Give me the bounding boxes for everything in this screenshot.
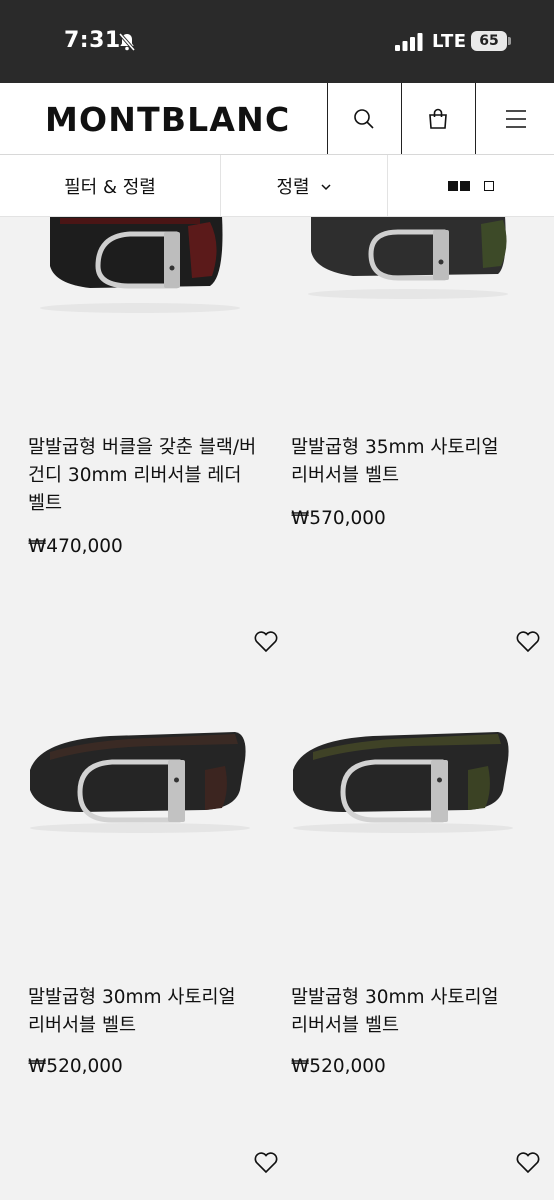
status-time: 7:31 (64, 28, 121, 53)
battery-icon: 65 (471, 31, 507, 51)
belt-image[interactable] (263, 216, 525, 316)
grid-two-columns-icon[interactable] (448, 180, 470, 191)
product-name[interactable]: 말발굽형 35mm 사토리얼 리버서블 벨트 (291, 434, 521, 490)
bell-muted-icon (118, 32, 136, 52)
sort-dropdown[interactable]: 정렬 (221, 155, 388, 216)
brand-logo[interactable]: MONTBLANC (45, 100, 290, 139)
filter-bar: 필터 & 정렬 정렬 (0, 155, 554, 217)
view-toggle (388, 155, 554, 216)
heart-icon (516, 1152, 540, 1174)
heart-icon (516, 631, 540, 653)
product-name[interactable]: 말발굽형 30mm 사토리얼 리버서블 벨트 (28, 984, 258, 1040)
product-name[interactable]: 말발굽형 버클을 갖춘 블랙/버건디 30mm 리버서블 레더 벨트 (28, 434, 258, 518)
heart-icon (254, 1152, 278, 1174)
product-card[interactable]: 말발굽형 30mm 사토리얼 리버서블 벨트 ₩520,000 (263, 620, 540, 1090)
product-card[interactable]: 말발굽형 버클을 갖춘 블랙/버건디 30mm 리버서블 레더 벨트 ₩470,… (0, 216, 262, 576)
search-icon (354, 108, 374, 129)
site-header: MONTBLANC (0, 83, 554, 155)
product-name[interactable]: 말발굽형 30mm 사토리얼 리버서블 벨트 (291, 984, 521, 1040)
wishlist-button[interactable] (253, 1151, 279, 1175)
signal-icon (395, 33, 423, 51)
status-bar: 7:31 LTE 65 (0, 0, 554, 83)
sort-label: 정렬 (276, 176, 310, 198)
grid-one-column-icon[interactable] (484, 180, 494, 191)
network-type: LTE (432, 31, 467, 52)
filter-label: 필터 & 정렬 (64, 176, 156, 198)
product-card[interactable]: 말발굽형 35mm 사토리얼 리버서블 벨트 ₩570,000 (263, 216, 525, 546)
product-price: ₩570,000 (291, 508, 386, 529)
belt-image[interactable] (263, 700, 525, 850)
menu-button[interactable] (475, 83, 554, 154)
wishlist-button[interactable] (515, 1151, 541, 1175)
shopping-bag-button[interactable] (401, 83, 474, 154)
product-price: ₩520,000 (28, 1056, 123, 1077)
belt-image[interactable] (0, 700, 262, 850)
belt-image[interactable] (0, 216, 262, 316)
wishlist-button[interactable] (515, 630, 541, 654)
product-card[interactable]: 말발굽형 30mm 사토리얼 리버서블 벨트 ₩520,000 (0, 620, 278, 1090)
battery-tip (508, 37, 511, 45)
product-price: ₩470,000 (28, 536, 123, 557)
chevron-down-icon (321, 184, 331, 191)
filter-sort-button[interactable]: 필터 & 정렬 (0, 155, 221, 216)
shopping-bag-icon (429, 108, 447, 129)
product-price: ₩520,000 (291, 1056, 386, 1077)
search-button[interactable] (327, 83, 400, 154)
menu-icon (505, 109, 526, 128)
